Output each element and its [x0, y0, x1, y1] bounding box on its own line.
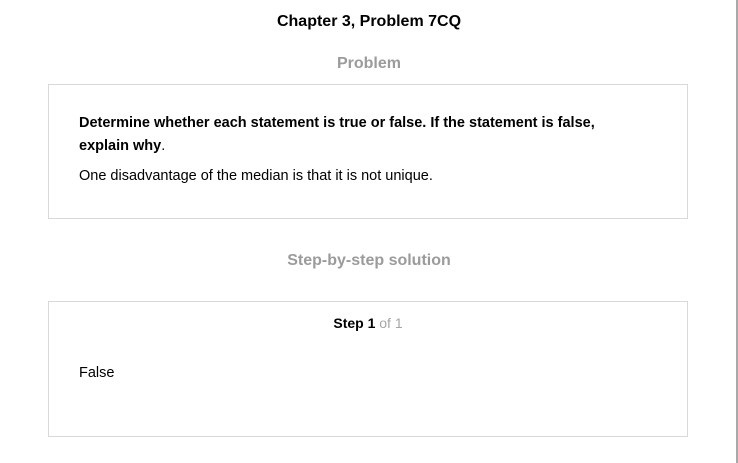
problem-card: Determine whether each statement is true…	[48, 84, 688, 219]
problem-instruction-bold: Determine whether each statement is true…	[79, 115, 595, 154]
problem-heading: Problem	[336, 55, 401, 72]
solution-card: Step 1 of 1 False	[48, 301, 688, 437]
problem-instruction: Determine whether each statement is true…	[79, 112, 639, 158]
step-header: Step 1 of 1	[49, 315, 687, 332]
problem-instruction-tail: .	[161, 138, 166, 154]
step-answer: False	[79, 365, 115, 381]
step-label: Step 1	[333, 315, 376, 331]
problem-statement: One disadvantage of the median is that i…	[79, 168, 433, 184]
page-title: Chapter 3, Problem 7CQ	[276, 13, 462, 30]
solution-heading: Step-by-step solution	[287, 252, 451, 269]
step-count: of 1	[379, 315, 403, 331]
